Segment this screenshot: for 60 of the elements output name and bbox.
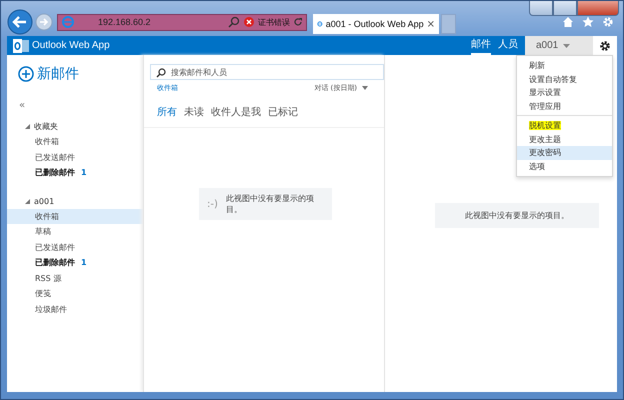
expanded-triangle-icon[interactable]	[25, 124, 30, 129]
new-mail-button[interactable]: 新邮件	[18, 65, 143, 83]
search-field[interactable]: 搜索邮件和人员	[150, 64, 384, 80]
folder-group[interactable]: a001	[25, 194, 143, 208]
star-icon[interactable]	[582, 16, 594, 28]
tab-title: a001 - Outlook Web App	[326, 19, 424, 29]
folder-item[interactable]: RSS 源	[7, 270, 143, 286]
menu-item[interactable]: 管理应用	[517, 100, 612, 113]
nav-link[interactable]: 邮件	[471, 36, 491, 54]
app-title: Outlook Web App	[32, 40, 110, 51]
empty-message: 此视图中没有要显示的项目。	[226, 193, 315, 215]
close-tab-button[interactable]: ×	[426, 18, 435, 30]
folder-item[interactable]: 收件箱	[7, 208, 143, 224]
menu-item[interactable]: 选项	[517, 160, 612, 173]
folder-item[interactable]: 草稿	[7, 224, 143, 240]
menu-item[interactable]: 刷新	[517, 59, 612, 72]
certificate-error[interactable]: 证书错误	[258, 16, 290, 28]
plus-circle-icon[interactable]	[18, 66, 34, 82]
menu-item[interactable]: 设置自动答复	[517, 72, 612, 86]
caret-icon[interactable]	[563, 44, 570, 48]
close-button[interactable]	[577, 1, 619, 16]
unread-count: 1	[81, 167, 87, 179]
folder-item[interactable]: 已删除邮件 1	[7, 255, 143, 270]
error-icon[interactable]	[243, 16, 255, 28]
filter-tab[interactable]: 已标记	[268, 105, 298, 119]
back-button[interactable]	[7, 9, 33, 35]
refresh-icon[interactable]	[293, 17, 303, 27]
maximize-button[interactable]	[553, 1, 577, 16]
folder-group[interactable]: 收藏夹	[25, 119, 143, 134]
caret-icon[interactable]	[362, 86, 368, 90]
search-icon[interactable]	[156, 68, 166, 78]
empty-message: 此视图中没有要显示的项目。	[465, 210, 569, 221]
settings-button[interactable]	[593, 36, 617, 55]
minimize-button[interactable]	[529, 1, 553, 16]
outlook-logo-icon[interactable]	[13, 38, 29, 52]
browser-tab[interactable]: a001 - Outlook Web App ×	[313, 14, 439, 34]
menu-item[interactable]: 显示设置	[517, 86, 612, 100]
home-icon[interactable]	[562, 16, 574, 28]
settings-icon[interactable]	[599, 40, 611, 52]
folder-item[interactable]: 已发送邮件	[7, 150, 143, 165]
address-text: 192.168.60.2	[98, 17, 151, 27]
folder-item[interactable]: 便笺	[7, 286, 143, 302]
filter-tab[interactable]: 收件人是我	[211, 105, 261, 119]
folder-item[interactable]: 已删除邮件 1	[7, 165, 143, 180]
expanded-triangle-icon[interactable]	[25, 198, 30, 204]
forward-button[interactable]	[35, 13, 53, 31]
filter-tab[interactable]: 未读	[184, 105, 204, 119]
filter-tab[interactable]: 所有	[157, 105, 177, 119]
menu-item[interactable]: 更改主题	[517, 132, 612, 146]
folder-item[interactable]: 垃圾邮件	[7, 302, 143, 317]
menu-item[interactable]: 更改密码	[517, 146, 612, 160]
nav-link[interactable]: 人员	[498, 36, 518, 54]
folder-item[interactable]: 已发送邮件	[7, 240, 143, 255]
user-menu-button[interactable]: a001	[525, 36, 593, 55]
address-bar[interactable]: 192.168.60.2 证书错误	[57, 14, 307, 30]
unread-count: 1	[81, 257, 87, 269]
smiley-text: :-)	[207, 198, 218, 210]
collapse-button[interactable]: «	[19, 100, 143, 111]
menu-item[interactable]: 脱机设置	[517, 119, 612, 132]
folder-item[interactable]: 收件箱	[7, 134, 143, 150]
